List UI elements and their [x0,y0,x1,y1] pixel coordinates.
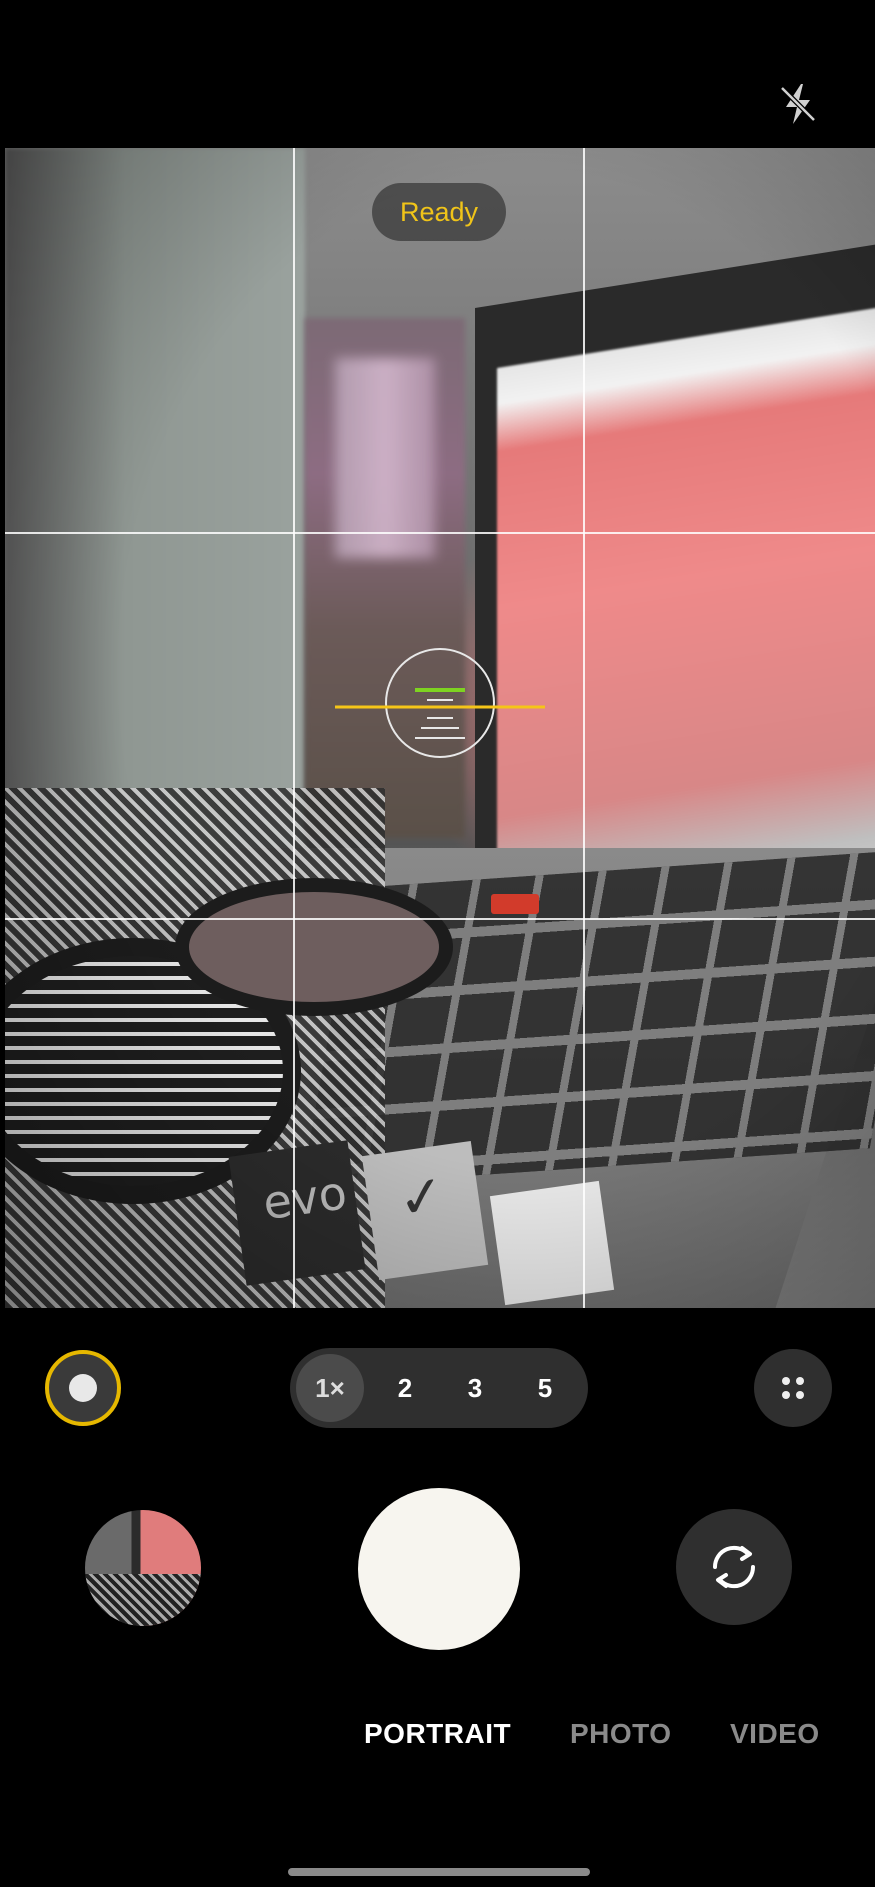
camera-controls: 1× 2 3 5 PORTRAIT PHOTO VIDEO [0,1308,875,1887]
camera-viewfinder[interactable]: evo ✓ Ready [5,148,875,1308]
more-options-icon [782,1377,804,1399]
grid-line-horizontal-1 [5,532,875,534]
status-label: Ready [399,196,479,227]
top-bar [0,0,875,148]
status-badge: Ready [372,183,506,241]
flash-off-icon [780,84,816,124]
portrait-effect-button[interactable] [45,1350,121,1426]
mode-portrait[interactable]: PORTRAIT [364,1718,511,1750]
portrait-effect-icon [69,1374,97,1402]
zoom-option-2x[interactable]: 2 [371,1354,439,1422]
gallery-thumbnail-button[interactable] [85,1510,201,1626]
switch-camera-button[interactable] [676,1509,792,1625]
grid-line-vertical-2 [583,148,585,1308]
switch-camera-icon [712,1545,756,1589]
shutter-button[interactable] [358,1488,520,1650]
mode-photo[interactable]: PHOTO [570,1718,672,1750]
zoom-option-5x[interactable]: 5 [511,1354,579,1422]
grid-line-horizontal-2 [5,918,875,920]
thumbnail-image [85,1574,201,1626]
zoom-option-3x[interactable]: 3 [441,1354,509,1422]
more-options-button[interactable] [754,1349,832,1427]
flash-off-button[interactable] [772,78,824,130]
mode-video[interactable]: VIDEO [730,1718,820,1750]
grid-line-vertical-1 [293,148,295,1308]
home-indicator[interactable] [288,1868,590,1876]
level-indicator [335,648,545,758]
zoom-option-1x[interactable]: 1× [296,1354,364,1422]
zoom-selector: 1× 2 3 5 [290,1348,588,1428]
